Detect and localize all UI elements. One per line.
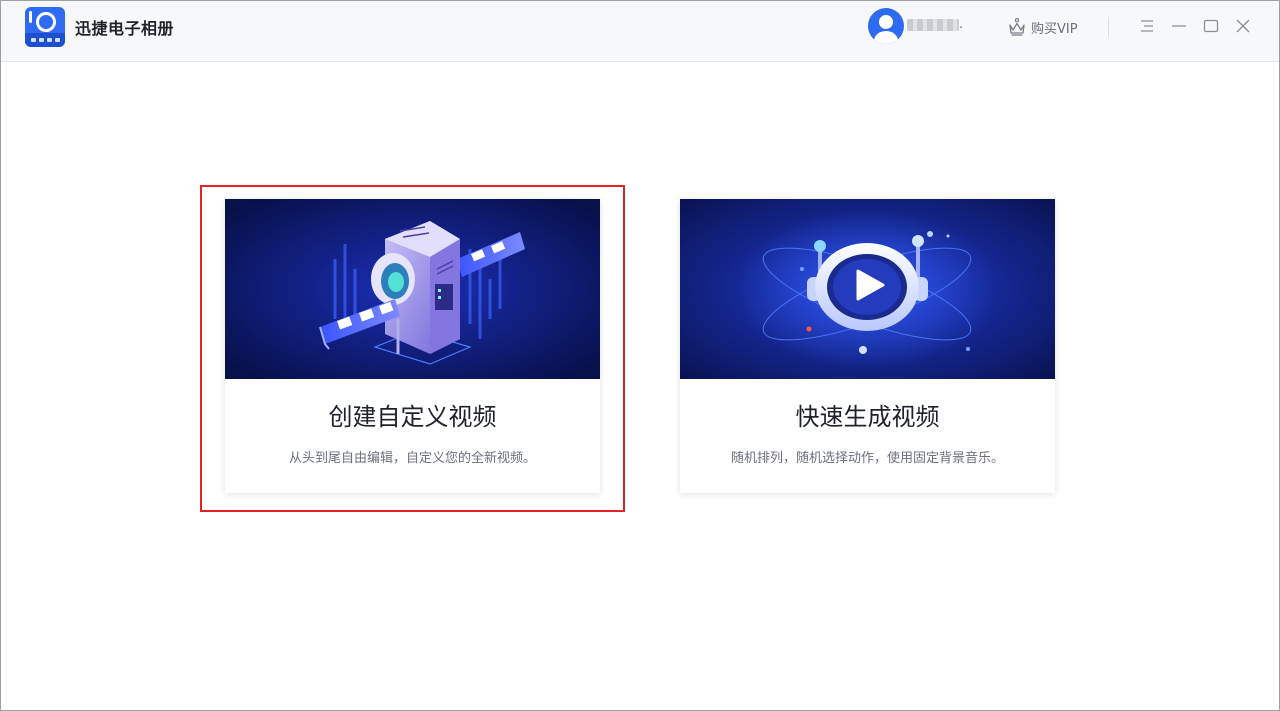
minimize-icon xyxy=(1172,25,1186,27)
title-bar: 迅捷电子相册 . 购买VIP xyxy=(1,1,1279,62)
title-divider xyxy=(1108,17,1109,37)
username-suffix: . xyxy=(959,17,965,32)
create-custom-video-description: 从头到尾自由编辑，自定义您的全新视频。 xyxy=(288,451,536,466)
close-icon xyxy=(1236,19,1250,33)
quick-generate-video-title: 快速生成视频 xyxy=(795,403,940,431)
username[interactable]: . xyxy=(907,17,964,32)
minimize-button[interactable] xyxy=(1167,14,1191,38)
menu-icon xyxy=(1141,20,1153,32)
film-machine-illustration xyxy=(225,199,600,379)
play-button-illustration xyxy=(680,199,1055,379)
username-redacted xyxy=(907,18,959,31)
create-custom-video-title: 创建自定义视频 xyxy=(328,403,497,431)
quick-generate-video-card[interactable]: 快速生成视频 随机排列，随机选择动作，使用固定背景音乐。 xyxy=(680,199,1055,493)
app-window: 迅捷电子相册 . 购买VIP 创建自定义视频 从头到尾自由编辑，自定义您的全新视… xyxy=(0,0,1280,711)
maximize-icon xyxy=(1203,19,1219,33)
quick-generate-video-description: 随机排列，随机选择动作，使用固定背景音乐。 xyxy=(730,451,1004,466)
close-button[interactable] xyxy=(1231,14,1255,38)
maximize-button[interactable] xyxy=(1199,14,1223,38)
buy-vip-button[interactable]: 购买VIP xyxy=(1007,16,1078,38)
create-custom-video-card[interactable]: 创建自定义视频 从头到尾自由编辑，自定义您的全新视频。 xyxy=(225,199,600,493)
menu-button[interactable] xyxy=(1135,14,1159,38)
app-title: 迅捷电子相册 xyxy=(75,19,175,38)
user-avatar-icon[interactable] xyxy=(868,8,904,44)
app-logo-icon xyxy=(25,7,65,47)
buy-vip-label: 购买VIP xyxy=(1031,21,1078,37)
crown-icon xyxy=(1009,18,1025,36)
